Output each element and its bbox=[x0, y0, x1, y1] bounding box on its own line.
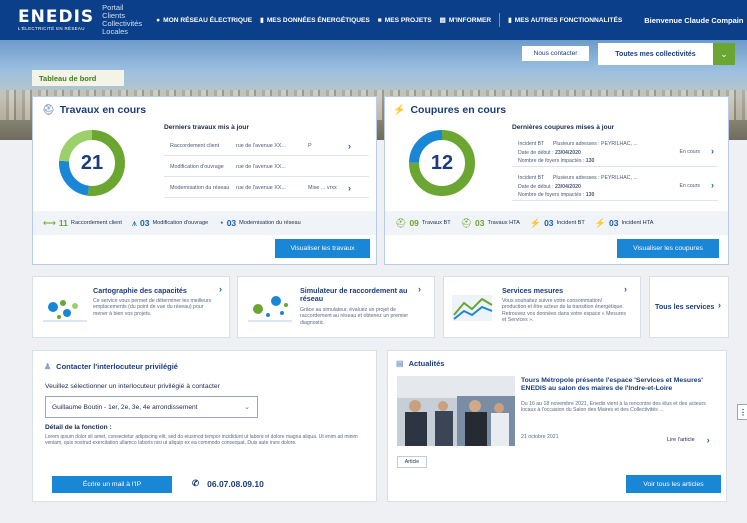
nav-mes-donnees[interactable]: ▮ MES DONNÉES ÉNERGÉTIQUES bbox=[260, 16, 370, 25]
chevron-right-icon: › bbox=[418, 284, 421, 294]
stat-incident-bt: ⚡ 03 Incident BT bbox=[529, 217, 585, 229]
news-summary: Du 16 au 18 novembre 2021, Enedis vient … bbox=[521, 401, 706, 414]
chevron-down-icon: ⌄ bbox=[713, 43, 735, 65]
logo-wordmark: ENEDIS bbox=[18, 7, 95, 27]
portal-title: Portail Clients Collectivités Locales bbox=[102, 3, 143, 36]
bar-chart-icon: ▮ bbox=[260, 17, 264, 24]
measurement-chart-illustration bbox=[452, 295, 493, 321]
all-articles-button[interactable]: Voir tous les articles bbox=[626, 475, 721, 493]
news-title: ▤ Actualités bbox=[396, 359, 445, 368]
chevron-right-icon: › bbox=[624, 284, 627, 294]
travaux-row[interactable]: Modification d'ouvrage rue de l'avenue X… bbox=[164, 157, 369, 177]
stat-travaux-bt: ⛑ 09 Travaux BT bbox=[395, 217, 451, 229]
worker-icon: ⛑ bbox=[42, 104, 55, 116]
connection-icon: ⟷ bbox=[43, 217, 56, 228]
nav-mes-projets[interactable]: ■ MES PROJETS bbox=[378, 17, 432, 24]
service-card-all-services[interactable]: Tous les services › bbox=[649, 276, 729, 338]
network-simulator-illustration bbox=[248, 296, 292, 322]
book-icon: ▮ bbox=[508, 17, 512, 24]
travaux-stats-bar: ⟷ 11 Raccordement client ⩚ 03 Modification d… bbox=[33, 211, 376, 235]
interlocutor-select[interactable]: Guillaume Boutin - 1er, 2e, 3e, 4e arron… bbox=[45, 396, 258, 418]
folder-icon: ■ bbox=[377, 16, 382, 24]
side-feedback-tab[interactable]: ⋮ bbox=[737, 404, 747, 420]
stat-raccordement: ⟷ 11 Raccordement client bbox=[43, 217, 122, 229]
view-travaux-button[interactable]: Visualiser les travaux bbox=[275, 239, 370, 258]
travaux-count: 21 bbox=[80, 151, 104, 174]
stat-modification: ⩚ 03 Modification d'ouvrage bbox=[131, 217, 209, 229]
worker-icon: ⛑ bbox=[395, 217, 407, 228]
service-card-cartographie[interactable]: Cartographie des capacités Ce service vo… bbox=[32, 276, 230, 338]
nav-minformer[interactable]: ▤ M'INFORMER bbox=[439, 16, 491, 25]
pin-icon: ● bbox=[156, 16, 161, 24]
top-navigation-bar: ENEDIS L'ÉLECTRICITÉ EN RÉSEAU Portail C… bbox=[0, 0, 747, 40]
main-nav: ● MON RÉSEAU ÉLECTRIQUE ▮ MES DONNÉES ÉNER… bbox=[156, 13, 622, 27]
travaux-subtitle: Derniers travaux mis à jour bbox=[164, 124, 250, 131]
nav-mon-reseau[interactable]: ● MON RÉSEAU ÉLECTRIQUE bbox=[156, 17, 252, 24]
coupures-title: ⚡ Coupures en cours bbox=[393, 104, 507, 116]
news-photo[interactable] bbox=[397, 376, 515, 446]
gauge-icon: ◔ bbox=[218, 218, 224, 228]
phone-number[interactable]: ✆ 06.07.08.09.10 bbox=[192, 478, 264, 489]
news-date: 21 octobre 2021 bbox=[521, 434, 559, 440]
travaux-row[interactable]: Raccordement client rue de l'avenue XX..… bbox=[164, 136, 369, 156]
feedback-icon: ⋮ bbox=[739, 407, 747, 417]
collectivites-select[interactable]: Toutes mes collectivités ⌄ bbox=[598, 43, 735, 65]
stat-incident-hta: ⚡ 03 Incident HTA bbox=[594, 217, 654, 229]
person-icon: ♟ bbox=[44, 362, 52, 371]
service-card-mesures[interactable]: Services mesures Vous souhaitez suivre v… bbox=[443, 276, 641, 338]
lightning-icon: ⚡ bbox=[594, 217, 607, 228]
chevron-right-icon[interactable]: › bbox=[711, 146, 714, 156]
read-article-link[interactable]: Lire l'article › bbox=[667, 435, 710, 445]
chevron-right-icon[interactable]: › bbox=[348, 141, 351, 151]
coupures-count: 12 bbox=[430, 151, 454, 174]
coupure-row[interactable]: Incident BT Plusieurs adresses : PEYRILH… bbox=[512, 171, 718, 201]
news-headline[interactable]: Tours Métropole présente l'espace 'Servi… bbox=[521, 377, 721, 393]
stat-modernisation: ◔ 03 Modernisation du réseau bbox=[218, 218, 301, 228]
function-description: Lorem ipsum dolor sit amet, consectetur … bbox=[45, 434, 358, 447]
email-ip-button[interactable]: Écrire un mail à l'IP bbox=[52, 476, 172, 493]
enedis-logo[interactable]: ENEDIS L'ÉLECTRICITÉ EN RÉSEAU bbox=[18, 7, 95, 32]
chevron-down-icon: ⌄ bbox=[244, 404, 250, 411]
newspaper-icon: ▤ bbox=[396, 359, 404, 368]
lightning-icon: ⚡ bbox=[393, 104, 406, 116]
service-card-simulateur[interactable]: Simulateur de raccordement au réseau Grâ… bbox=[237, 276, 435, 338]
function-label: Détail de la fonction : bbox=[45, 424, 112, 431]
pylon-icon: ⩚ bbox=[131, 217, 137, 228]
nav-divider bbox=[499, 13, 501, 27]
coupure-row[interactable]: Incident BT Plusieurs adresses : PEYRILH… bbox=[512, 137, 718, 167]
contact-title: ♟ Contacter l'interlocuteur privilégié bbox=[44, 362, 178, 371]
capacity-map-illustration bbox=[43, 300, 87, 322]
stat-travaux-hta: ⛑ 03 Travaux HTA bbox=[460, 217, 520, 229]
logo-tagline: L'ÉLECTRICITÉ EN RÉSEAU bbox=[18, 26, 85, 31]
newspaper-icon: ▤ bbox=[439, 17, 446, 24]
chevron-right-icon[interactable]: › bbox=[348, 183, 351, 193]
phone-icon: ✆ bbox=[192, 478, 200, 488]
travaux-title: ⛑ Travaux en cours bbox=[42, 104, 147, 116]
view-coupures-button[interactable]: Visualiser les coupures bbox=[617, 239, 719, 258]
chevron-right-icon[interactable]: › bbox=[711, 180, 714, 190]
contact-us-button[interactable]: Nous contacter bbox=[522, 46, 589, 61]
coupures-stats-bar: ⛑ 09 Travaux BT ⛑ 03 Travaux HTA ⚡ 03 Incident… bbox=[385, 211, 728, 235]
chevron-right-icon: › bbox=[718, 300, 721, 310]
coupures-subtitle: Dernières coupures mises à jour bbox=[512, 124, 615, 131]
dashboard-tab[interactable]: Tableau de bord bbox=[32, 70, 124, 86]
chevron-right-icon: › bbox=[706, 435, 710, 445]
contact-select-label: Veuillez sélectionner un interlocuteur p… bbox=[45, 383, 220, 390]
chevron-right-icon: › bbox=[219, 284, 222, 294]
lightning-icon: ⚡ bbox=[529, 217, 542, 228]
travaux-row[interactable]: Modernisation du réseau rue de l'avenue … bbox=[164, 178, 369, 198]
welcome-text: Bienvenue Claude Compain bbox=[644, 15, 744, 25]
nav-autres-fonctionnalites[interactable]: ▮ MES AUTRES FONCTIONNALITÉS bbox=[508, 16, 622, 25]
worker-icon: ⛑ bbox=[460, 217, 473, 228]
article-tag: Article bbox=[397, 456, 427, 468]
